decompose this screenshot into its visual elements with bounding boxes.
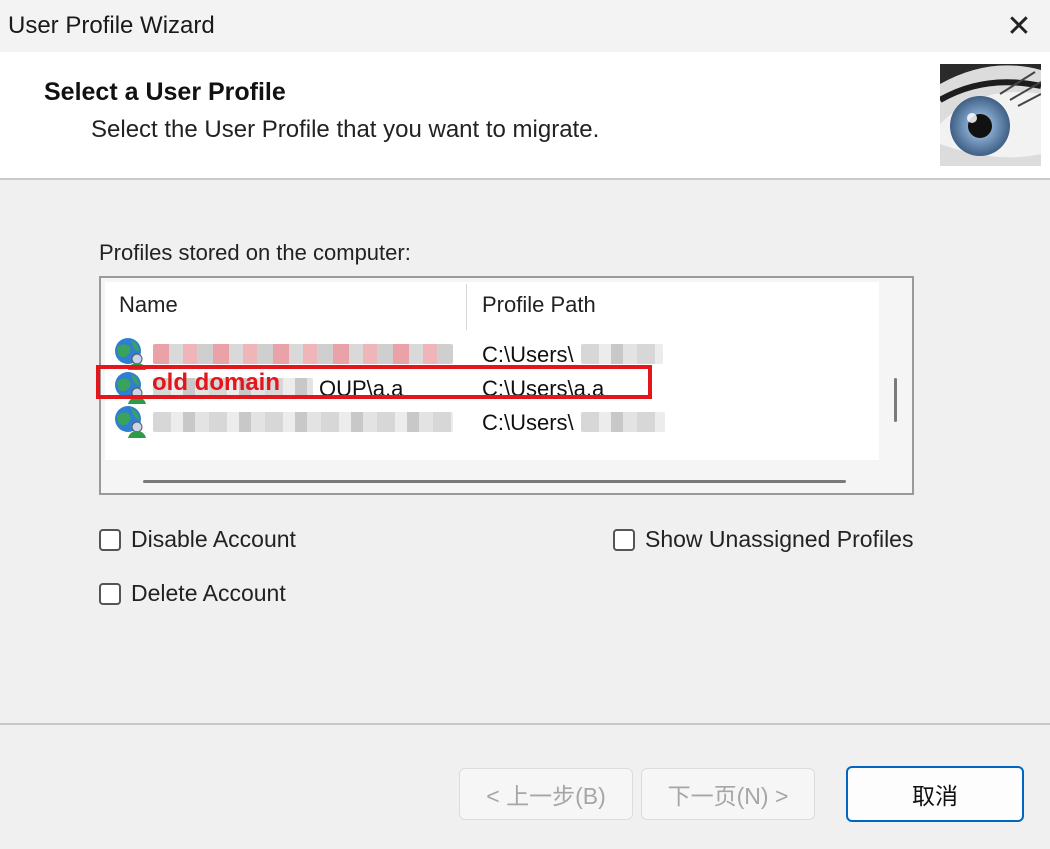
page-title: Select a User Profile [44,78,286,106]
back-button[interactable]: < 上一步(B) [459,768,633,820]
show-unassigned-profiles-label: Show Unassigned Profiles [645,526,914,552]
title-bar: User Profile Wizard ✕ [0,0,1050,52]
column-header-profile-path[interactable]: Profile Path [482,292,596,318]
redacted-path [581,344,663,364]
window-title: User Profile Wizard [8,12,215,39]
delete-account-checkbox[interactable]: Delete Account [99,580,286,607]
close-icon[interactable]: ✕ [996,6,1042,46]
list-item[interactable]: C:\Users\ [105,404,879,438]
redacted-name [153,412,453,432]
vertical-scrollbar[interactable] [894,378,897,422]
redacted-path [581,412,665,432]
next-button[interactable]: 下一页(N) > [641,768,815,820]
annotation-label: old domain [152,369,280,396]
wizard-header: Select a User Profile Select the User Pr… [0,52,1050,180]
footer-divider [0,723,1050,725]
horizontal-scrollbar[interactable] [143,480,846,483]
user-globe-icon [115,406,146,438]
disable-account-checkbox[interactable]: Disable Account [99,526,296,553]
disable-account-label: Disable Account [131,526,296,552]
page-subtitle: Select the User Profile that you want to… [91,116,600,143]
checkbox-box[interactable] [613,528,635,551]
redacted-name [153,344,453,364]
eye-logo-icon [940,64,1041,166]
delete-account-label: Delete Account [131,580,286,606]
profiles-label: Profiles stored on the computer: [99,240,411,265]
cancel-button[interactable]: 取消 [846,766,1024,822]
show-unassigned-profiles-checkbox[interactable]: Show Unassigned Profiles [613,526,913,553]
checkbox-box[interactable] [99,528,121,551]
profile-path: C:\Users\ [482,410,574,435]
checkbox-box[interactable] [99,582,121,605]
column-divider[interactable] [466,284,467,330]
column-header-name[interactable]: Name [119,292,178,318]
